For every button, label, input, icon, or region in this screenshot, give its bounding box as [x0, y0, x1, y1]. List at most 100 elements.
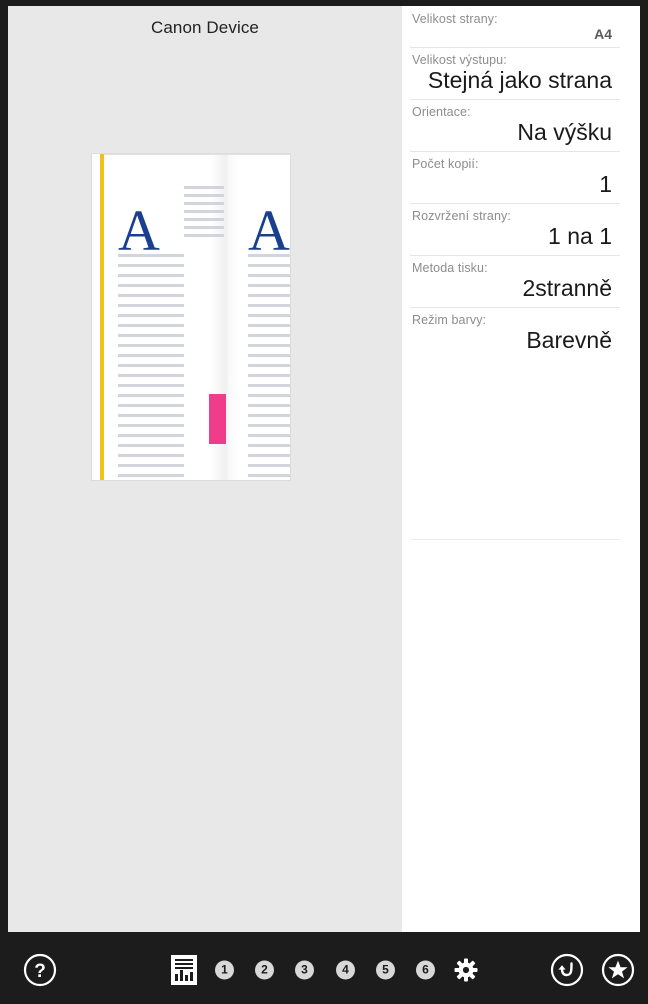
preview-text-line [184, 226, 224, 229]
circled-number-icon: 1 [215, 960, 234, 980]
preview-glyph-right: A [248, 198, 290, 263]
preview-text-line [248, 364, 290, 367]
setting-row-divider [410, 255, 620, 257]
preview-text-line [184, 210, 224, 213]
step-button-5[interactable]: 5 [376, 960, 395, 980]
circled-number-icon: 6 [416, 960, 435, 980]
help-circle-icon: ? [23, 953, 57, 987]
setting-row[interactable]: Velikost strany: A4 [402, 6, 640, 47]
reset-button[interactable] [549, 952, 585, 988]
preview-text-line [184, 202, 224, 205]
setting-label: Počet kopií: [412, 156, 479, 171]
setting-label: Velikost výstupu: [412, 52, 507, 67]
preview-text-line [118, 474, 184, 477]
step-button-3[interactable]: 3 [295, 960, 314, 980]
svg-text:?: ? [34, 961, 46, 982]
gear-icon [454, 958, 478, 982]
setting-row-divider [410, 46, 620, 48]
preview-text-line [248, 274, 290, 277]
preview-glyph-left: A [118, 198, 160, 263]
setting-value: 2stranně [522, 275, 612, 302]
preview-text-line [118, 434, 184, 437]
preview-text-line [118, 374, 184, 377]
preview-text-line [118, 444, 184, 447]
preview-text-line [248, 414, 290, 417]
preview-text-line [118, 464, 184, 467]
setting-value: 1 na 1 [548, 222, 612, 249]
star-circle-icon [601, 953, 635, 987]
setting-row[interactable]: Počet kopií: 1 [402, 150, 640, 203]
preview-text-line [248, 464, 290, 467]
report-document-icon [171, 955, 197, 985]
preview-text-line [118, 344, 184, 347]
preview-text-line [248, 304, 290, 307]
preview-text-line [248, 434, 290, 437]
help-button[interactable]: ? [22, 952, 58, 988]
preview-text-line [118, 314, 184, 317]
preview-text-line [184, 186, 224, 189]
preview-text-line [118, 354, 184, 357]
preview-text-line [248, 294, 290, 297]
setting-value: Barevně [526, 327, 612, 354]
print-settings-pane: Velikost strany: A4 Velikost výstupu: Stejn… [402, 6, 640, 932]
setting-value: 1 [599, 170, 612, 197]
setting-row[interactable]: Velikost výstupu: Stejná jako strana [402, 46, 640, 99]
preview-text-line [248, 424, 290, 427]
preview-text-line [118, 414, 184, 417]
setting-row[interactable]: Rozvržení strany: 1 na 1 [402, 202, 640, 255]
setting-value: Stejná jako strana [427, 66, 612, 93]
setting-label: Rozvržení strany: [412, 208, 511, 223]
report-button[interactable] [171, 955, 197, 985]
preview-text-line [248, 404, 290, 407]
preview-text-line [248, 314, 290, 317]
preview-text-line [248, 474, 290, 477]
preview-text-line [118, 404, 184, 407]
preview-text-line [118, 274, 184, 277]
preview-text-line [118, 364, 184, 367]
step-button-1[interactable]: 1 [215, 960, 234, 980]
circled-number-icon: 4 [336, 960, 355, 980]
undo-reset-circle-icon [550, 953, 584, 987]
step-button-6[interactable]: 6 [416, 960, 435, 980]
step-button-4[interactable]: 4 [336, 960, 355, 980]
setting-row-divider [410, 307, 620, 309]
preview-text-line [248, 384, 290, 387]
setting-row-divider [410, 98, 620, 100]
settings-button[interactable] [452, 956, 480, 984]
favorite-button[interactable] [600, 952, 636, 988]
setting-label: Režim barvy: [412, 313, 487, 328]
circled-number-icon: 2 [255, 960, 274, 980]
printer-settings-window: Canon Device A A Velikost strany: A4 Velik… [0, 0, 648, 1004]
setting-row[interactable]: Orientace: Na výšku [402, 98, 640, 151]
circled-number-icon: 5 [376, 960, 395, 980]
preview-text-line [118, 304, 184, 307]
preview-text-line [248, 454, 290, 457]
page-top-border [100, 154, 290, 155]
preview-text-line [118, 294, 184, 297]
setting-label: Metoda tisku: [412, 261, 488, 276]
step-button-2[interactable]: 2 [255, 960, 274, 980]
preview-text-line [248, 354, 290, 357]
setting-row[interactable]: Režim barvy: Barevně [402, 307, 640, 359]
print-preview-pane: Canon Device A A [8, 6, 402, 932]
setting-row-divider [410, 150, 620, 152]
preview-text-line [184, 218, 224, 221]
preview-text-line [118, 334, 184, 337]
preview-text-line [248, 344, 290, 347]
page-title: Canon Device [151, 18, 259, 37]
document-preview-thumbnail[interactable]: A A [92, 154, 290, 480]
setting-row[interactable]: Metoda tisku: 2stranně [402, 255, 640, 307]
preview-text-line [248, 284, 290, 287]
preview-text-line [248, 264, 290, 267]
preview-text-line [118, 384, 184, 387]
preview-text-line [118, 394, 184, 397]
preview-text-line [248, 394, 290, 397]
preview-text-line [118, 254, 184, 257]
main-window: Canon Device A A Velikost strany: A4 Velik… [8, 6, 640, 932]
preview-text-line [248, 334, 290, 337]
accent-spine-edge [100, 154, 104, 480]
setting-value: A4 [594, 26, 612, 42]
setting-label: Velikost strany: [412, 12, 498, 26]
preview-text-line [118, 454, 184, 457]
preview-text-line [184, 234, 224, 237]
